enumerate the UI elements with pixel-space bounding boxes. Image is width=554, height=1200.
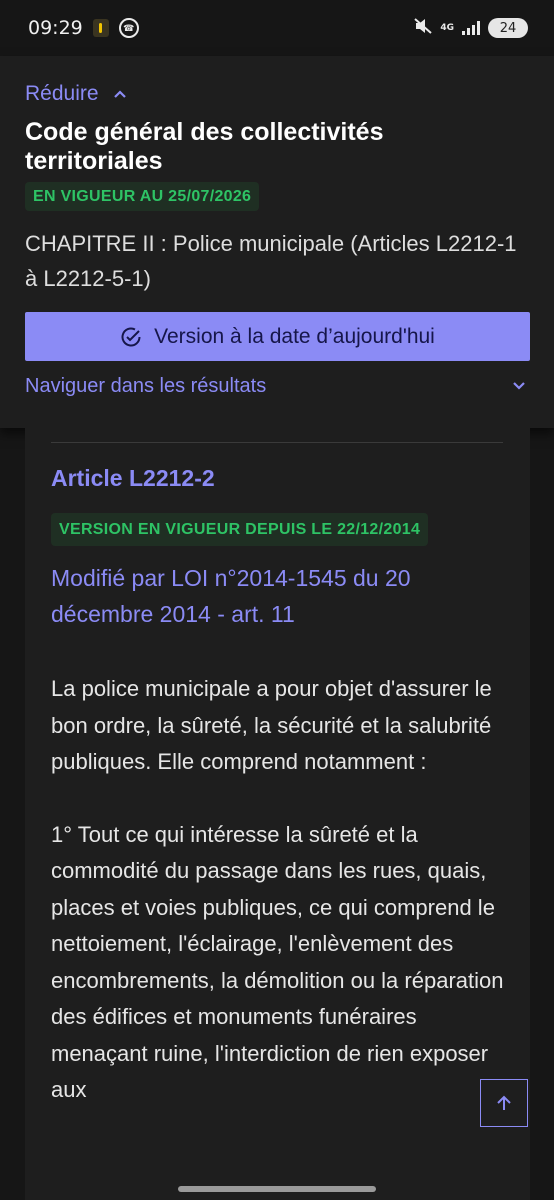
article-paragraph: La police municipale a pour objet d'assu… (51, 676, 492, 774)
chevron-up-icon (113, 90, 126, 98)
divider (51, 442, 503, 443)
reduce-label: Réduire (25, 82, 99, 105)
network-type: 4G (440, 22, 454, 33)
article-card: Article L2212-2 VERSION EN VIGUEUR DEPUI… (25, 428, 530, 1200)
version-today-button[interactable]: Version à la date d’aujourd'hui (25, 312, 530, 361)
status-bar: 09:29 ☎ 4G 24 (0, 0, 554, 56)
status-bar-left: 09:29 ☎ (28, 17, 139, 39)
status-time: 09:29 (28, 17, 83, 39)
mute-icon (414, 18, 433, 38)
code-title: Code général des collectivités territori… (25, 118, 384, 175)
arrow-up-icon (497, 1095, 511, 1110)
article-body: La police municipale a pour objet d'assu… (51, 671, 516, 1145)
article-paragraph: 1° Tout ce qui intéresse la sûreté et la… (51, 821, 504, 1103)
gesture-navigation-bar[interactable] (178, 1186, 376, 1192)
scroll-to-top-button[interactable] (480, 1079, 528, 1127)
chevron-down-icon (513, 382, 525, 390)
version-status-badge: VERSION EN VIGUEUR DEPUIS LE 22/12/2014 (51, 513, 429, 546)
status-bar-right: 4G 24 (414, 18, 528, 38)
modification-link[interactable]: Modifié par LOI n°2014-1545 du 20 décemb… (51, 560, 511, 632)
reduce-toggle[interactable]: Réduire (25, 82, 127, 106)
status-badge: EN VIGUEUR AU 25/07/2026 (25, 182, 260, 211)
chapter-title: CHAPITRE II : Police municipale (Article… (25, 231, 517, 291)
battery-icon: 24 (488, 18, 528, 38)
version-button-label: Version à la date d’aujourd'hui (154, 324, 435, 348)
battery-level: 24 (499, 20, 517, 36)
whatsapp-icon: ☎ (118, 18, 139, 38)
notification-icon (92, 19, 109, 37)
check-circle-icon (121, 327, 141, 346)
article-title: Article L2212-2 (51, 465, 215, 491)
signal-icon (462, 21, 480, 35)
document-header-panel: Réduire Code général des collectivités t… (0, 56, 554, 428)
navigate-results-label: Naviguer dans les résultats (25, 374, 267, 397)
navigate-results-toggle[interactable]: Naviguer dans les résultats (25, 370, 530, 402)
